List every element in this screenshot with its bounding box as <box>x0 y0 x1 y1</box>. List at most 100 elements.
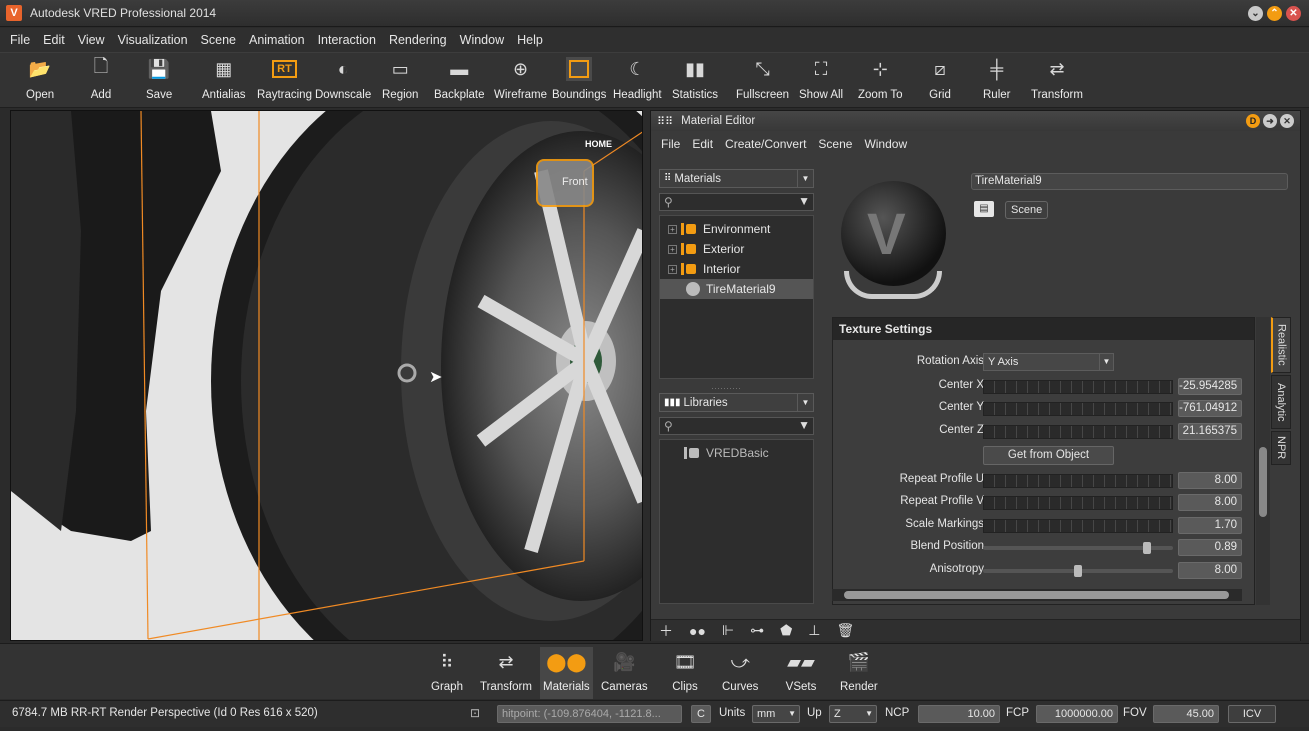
tree-item-tirematerial9[interactable]: TireMaterial9 <box>660 279 813 299</box>
tab-analytic[interactable]: Analytic <box>1271 375 1291 429</box>
module-transform[interactable]: ⇄ Transform <box>480 647 532 699</box>
center-y-field[interactable]: -761.04912 <box>1178 400 1242 417</box>
menu-window[interactable]: Window <box>460 33 504 47</box>
raytracing-button[interactable]: RT Raytracing <box>257 57 312 105</box>
menu-animation[interactable]: Animation <box>249 33 305 47</box>
apply-icon[interactable]: ⊥ <box>808 622 820 639</box>
me-menu-window[interactable]: Window <box>864 137 907 151</box>
minimize-button[interactable]: ⌄ <box>1248 6 1263 21</box>
filter-icon[interactable]: ▼ <box>798 418 810 432</box>
module-clips[interactable]: 🎞 Clips <box>668 647 702 699</box>
navcube-home[interactable]: HOME <box>579 131 623 151</box>
navcube-front-face[interactable]: Front <box>562 176 588 188</box>
close-button[interactable]: ✕ <box>1286 6 1301 21</box>
wireframe-button[interactable]: ⊕ Wireframe <box>494 57 547 105</box>
tree-item-exterior[interactable]: + Exterior <box>660 239 813 259</box>
scale-markings-ruler[interactable] <box>983 519 1173 533</box>
region-button[interactable]: ▭ Region <box>382 57 418 105</box>
me-menu-create-convert[interactable]: Create/Convert <box>725 137 806 151</box>
settings-horizontal-scrollbar[interactable] <box>832 589 1242 601</box>
libraries-search-input[interactable]: ⚲ ▼ <box>659 417 814 435</box>
find-icon[interactable]: ⊶ <box>750 622 764 639</box>
downscale-button[interactable]: ◐ Downscale <box>315 57 371 105</box>
me-menu-scene[interactable]: Scene <box>818 137 852 151</box>
tab-realistic[interactable]: Realistic <box>1271 317 1291 373</box>
grid-button[interactable]: ⧄ Grid <box>927 57 953 105</box>
module-vsets[interactable]: ▰▰ VSets <box>784 647 818 699</box>
ruler-button[interactable]: ╪ Ruler <box>983 57 1010 105</box>
fov-field[interactable]: 45.00 <box>1153 705 1219 723</box>
filter-icon[interactable]: ▼ <box>798 194 810 208</box>
zoom-to-button[interactable]: ⊹ Zoom To <box>858 57 903 105</box>
anisotropy-slider[interactable] <box>983 565 1173 577</box>
module-render[interactable]: 🎬 Render <box>840 647 878 699</box>
me-menu-edit[interactable]: Edit <box>692 137 713 151</box>
menu-edit[interactable]: Edit <box>43 33 65 47</box>
scale-markings-field[interactable]: 1.70 <box>1178 517 1242 534</box>
expand-icon[interactable]: + <box>668 244 677 254</box>
splitter-handle[interactable]: ·········· <box>711 383 741 393</box>
repeat-v-field[interactable]: 8.00 <box>1178 494 1242 511</box>
center-x-ruler[interactable] <box>983 380 1173 394</box>
expand-icon[interactable]: + <box>668 224 677 234</box>
dock-badge[interactable]: D <box>1246 114 1260 128</box>
module-cameras[interactable]: 🎥 Cameras <box>601 647 648 699</box>
menu-view[interactable]: View <box>78 33 105 47</box>
headlight-button[interactable]: ☾ Headlight <box>613 57 662 105</box>
settings-vertical-scrollbar[interactable] <box>1256 317 1270 605</box>
menu-help[interactable]: Help <box>517 33 543 47</box>
boundings-button[interactable]: Boundings <box>552 57 606 105</box>
icv-button[interactable]: ICV <box>1228 705 1276 723</box>
antialias-button[interactable]: ▦ Antialias <box>202 57 245 105</box>
me-menu-file[interactable]: File <box>661 137 680 151</box>
tree-item-interior[interactable]: + Interior <box>660 259 813 279</box>
module-materials[interactable]: ⬤⬤ Materials <box>540 647 593 699</box>
assign-icon[interactable]: ⬟ <box>780 622 792 639</box>
anisotropy-field[interactable]: 8.00 <box>1178 562 1242 579</box>
save-button[interactable]: 💾 Save <box>146 57 172 105</box>
add-button[interactable]: 🗋 Add <box>88 56 114 105</box>
materials-search-input[interactable]: ⚲ ▼ <box>659 193 814 211</box>
materials-combo[interactable]: ⠿ Materials ▼ <box>659 169 814 188</box>
panel-close-button[interactable]: ✕ <box>1280 114 1294 128</box>
center-y-ruler[interactable] <box>983 402 1173 416</box>
scene-button[interactable]: Scene <box>1005 201 1049 219</box>
menu-visualization[interactable]: Visualization <box>118 33 188 47</box>
menu-scene[interactable]: Scene <box>201 33 236 47</box>
statistics-button[interactable]: ▮▮ Statistics <box>672 57 718 105</box>
split-icon[interactable]: ⊩ <box>722 622 734 639</box>
get-from-object-button[interactable]: Get from Object <box>983 446 1114 465</box>
tab-npr[interactable]: NPR <box>1271 431 1291 465</box>
libraries-combo[interactable]: ▮▮▮ Libraries ▼ <box>659 393 814 412</box>
module-curves[interactable]: ⤻ Curves <box>722 647 758 699</box>
module-graph[interactable]: ⠷ Graph <box>430 647 464 699</box>
expand-icon[interactable]: + <box>668 264 677 274</box>
repeat-v-ruler[interactable] <box>983 496 1173 510</box>
up-axis-select[interactable]: Z ▼ <box>829 705 877 723</box>
fcp-field[interactable]: 1000000.00 <box>1036 705 1118 723</box>
center-z-ruler[interactable] <box>983 425 1173 439</box>
repeat-u-ruler[interactable] <box>983 474 1173 488</box>
material-name-field[interactable]: TireMaterial9 <box>971 173 1288 190</box>
open-button[interactable]: 📂 Open <box>26 57 54 105</box>
slider-thumb[interactable] <box>1143 542 1151 554</box>
blend-position-field[interactable]: 0.89 <box>1178 539 1242 556</box>
maximize-button[interactable]: ⌃ <box>1267 6 1282 21</box>
backplate-button[interactable]: ▬ Backplate <box>434 57 485 105</box>
fullscreen-button[interactable]: ⤡ Fullscreen <box>736 57 789 105</box>
menu-interaction[interactable]: Interaction <box>318 33 376 47</box>
center-x-field[interactable]: -25.954285 <box>1178 378 1242 395</box>
menu-file[interactable]: File <box>10 33 30 47</box>
tree-item-environment[interactable]: + Environment <box>660 219 813 239</box>
tree-item-vredbasic[interactable]: VREDBasic <box>660 443 813 463</box>
render-viewport[interactable]: HOME Front ➤ <box>10 110 643 641</box>
transform-button[interactable]: ⇄ Transform <box>1031 57 1083 105</box>
navcube[interactable]: Front <box>536 159 594 207</box>
menu-rendering[interactable]: Rendering <box>389 33 447 47</box>
blend-position-slider[interactable] <box>983 542 1173 554</box>
slider-thumb[interactable] <box>1074 565 1082 577</box>
undock-button[interactable]: ➜ <box>1263 114 1277 128</box>
center-z-field[interactable]: 21.165375 <box>1178 423 1242 440</box>
repeat-u-field[interactable]: 8.00 <box>1178 472 1242 489</box>
add-material-icon[interactable]: ＋ <box>659 621 673 641</box>
